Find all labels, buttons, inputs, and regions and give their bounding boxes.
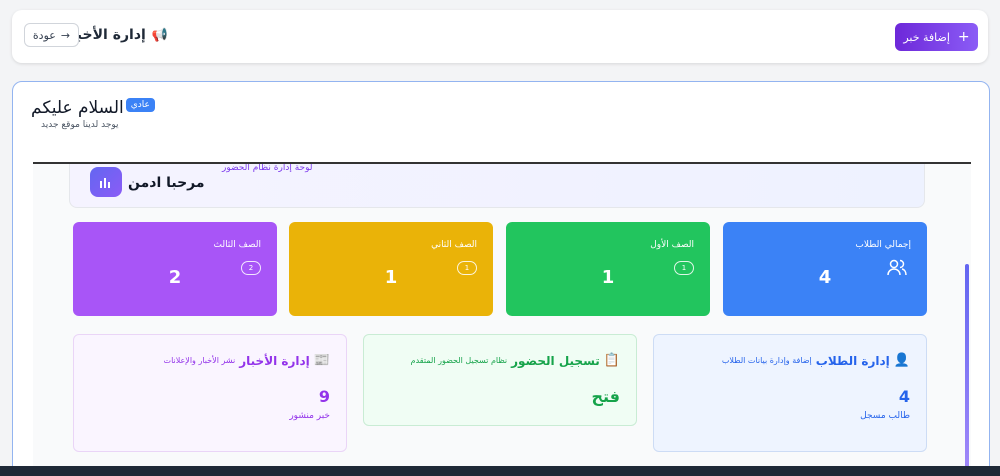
stat-label: الصف الثاني xyxy=(431,240,477,250)
news-card: السلام عليكم عادي يوجد لدينا موقع جديد م… xyxy=(12,81,990,476)
bottom-bar xyxy=(0,466,1000,476)
stat-label: الصف الثالث xyxy=(213,240,261,250)
feature-value: 9 xyxy=(318,387,330,406)
feature-card-students[interactable]: 👤 إدارة الطلاب إضافة وإدارة بيانات الطلا… xyxy=(653,334,927,452)
newspaper-icon: 📰 xyxy=(313,353,330,368)
stat-card-total: إجمالي الطلاب 4 xyxy=(723,222,927,316)
back-button[interactable]: عودة → xyxy=(24,23,79,47)
feature-desc: إضافة وإدارة بيانات الطلاب xyxy=(721,356,812,365)
clipboard-check-icon: 📋 xyxy=(603,353,620,368)
megaphone-icon: 📢 xyxy=(151,27,168,43)
feature-title-text: إدارة الأخبار xyxy=(239,353,310,368)
feature-desc: نظام تسجيل الحضور المتقدم xyxy=(410,356,508,365)
plus-icon: + xyxy=(957,29,970,45)
feature-title-text: تسجيل الحضور xyxy=(511,353,600,368)
preview-scrollbar xyxy=(965,264,969,476)
feature-title: 👤 إدارة الطلاب إضافة وإدارة بيانات الطلا… xyxy=(722,353,910,368)
news-title: السلام عليكم xyxy=(31,98,124,118)
chart-bar-icon xyxy=(90,167,122,197)
feature-caption: طالب مسجل xyxy=(860,411,910,421)
add-news-label: إضافة خبر xyxy=(903,30,950,44)
stat-value: 1 xyxy=(384,267,398,288)
news-image: مرحبا ادمن لوحة إدارة نظام الحضور إجمالي… xyxy=(33,162,971,476)
priority-badge: عادي xyxy=(125,98,155,112)
feature-value: 4 xyxy=(898,387,910,406)
feature-title-text: إدارة الطلاب xyxy=(815,353,890,368)
top-header: إضافة خبر + 📢 إدارة الأخبار عودة → xyxy=(12,10,988,63)
add-news-button[interactable]: إضافة خبر + xyxy=(895,23,978,51)
stat-card-grade-2: الصف الثاني 1 1 xyxy=(289,222,493,316)
feature-title: 📰 إدارة الأخبار نشر الأخبار والإعلانات xyxy=(164,353,330,368)
stat-value: 2 xyxy=(168,267,182,288)
welcome-banner: مرحبا ادمن لوحة إدارة نظام الحضور xyxy=(69,163,925,208)
feature-title: 📋 تسجيل الحضور نظام تسجيل الحضور المتقدم xyxy=(411,353,620,368)
feature-card-news[interactable]: 📰 إدارة الأخبار نشر الأخبار والإعلانات 9… xyxy=(73,334,347,452)
stat-value: 4 xyxy=(818,267,832,288)
stat-card-grade-3: الصف الثالث 2 2 xyxy=(73,222,277,316)
back-label: عودة xyxy=(32,28,56,42)
stat-label: الصف الأول xyxy=(650,240,694,250)
feature-value: فتح xyxy=(591,387,620,406)
feature-desc: نشر الأخبار والإعلانات xyxy=(163,356,236,365)
stat-label: إجمالي الطلاب xyxy=(855,240,911,250)
feature-caption: خبر منشور xyxy=(289,411,330,421)
news-heading: السلام عليكم عادي xyxy=(31,98,155,118)
welcome-subtitle: لوحة إدارة نظام الحضور xyxy=(222,163,313,173)
arrow-right-icon: → xyxy=(60,28,71,42)
page-title: 📢 إدارة الأخبار xyxy=(63,27,168,43)
news-subtitle: يوجد لدينا موقع جديد xyxy=(41,120,119,130)
feature-card-attendance[interactable]: 📋 تسجيل الحضور نظام تسجيل الحضور المتقدم… xyxy=(363,334,637,426)
welcome-title: مرحبا ادمن xyxy=(128,175,205,191)
stat-card-grade-1: الصف الأول 1 1 xyxy=(506,222,710,316)
user-plus-icon: 👤 xyxy=(893,353,910,368)
stat-value: 1 xyxy=(601,267,615,288)
